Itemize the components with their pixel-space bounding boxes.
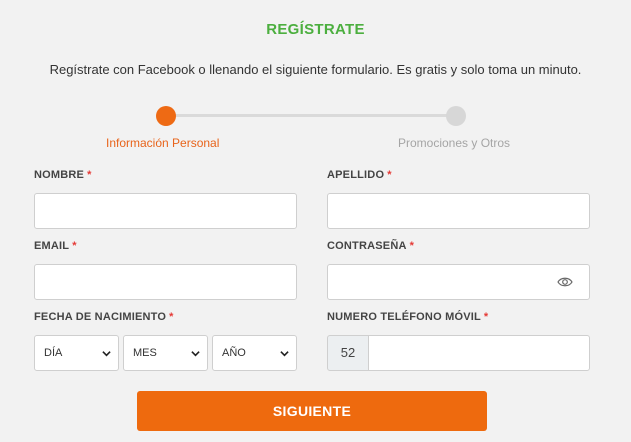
first-name-input[interactable] bbox=[34, 193, 297, 229]
page-subtitle: Regístrate con Facebook o llenando el si… bbox=[49, 62, 582, 77]
chevron-down-icon bbox=[191, 351, 200, 357]
birth-month-select[interactable]: MES bbox=[123, 335, 208, 371]
password-label: CONTRASEÑA * bbox=[327, 240, 414, 252]
phone-input[interactable] bbox=[368, 335, 590, 371]
birth-year-value: AÑO bbox=[222, 347, 246, 359]
stepper-track bbox=[166, 114, 458, 117]
email-label-text: EMAIL bbox=[34, 240, 70, 252]
birth-year-select[interactable]: AÑO bbox=[212, 335, 297, 371]
first-name-label-text: NOMBRE bbox=[34, 169, 85, 181]
step-label-personal-info[interactable]: Información Personal bbox=[106, 136, 219, 150]
step-label-promotions[interactable]: Promociones y Otros bbox=[398, 136, 510, 150]
step-dot-promotions[interactable] bbox=[446, 106, 466, 126]
required-mark: * bbox=[169, 311, 174, 323]
required-mark: * bbox=[87, 169, 92, 181]
phone-country-prefix: 52 bbox=[327, 335, 369, 371]
password-input[interactable] bbox=[327, 264, 590, 300]
birthdate-label-text: FECHA DE NACIMIENTO bbox=[34, 311, 167, 323]
birth-day-select[interactable]: DÍA bbox=[34, 335, 119, 371]
email-label: EMAIL * bbox=[34, 240, 77, 252]
phone-label-text: NUMERO TELÉFONO MÓVIL bbox=[327, 311, 481, 323]
required-mark: * bbox=[483, 311, 489, 323]
required-mark: * bbox=[72, 240, 77, 252]
phone-label: NUMERO TELÉFONO MÓVIL * bbox=[327, 311, 488, 323]
page-title: REGÍSTRATE bbox=[266, 21, 365, 38]
last-name-label-text: APELLIDO bbox=[327, 169, 385, 181]
required-mark: * bbox=[387, 169, 392, 181]
eye-icon[interactable] bbox=[557, 276, 573, 288]
password-label-text: CONTRASEÑA bbox=[327, 240, 407, 252]
required-mark: * bbox=[409, 240, 415, 252]
first-name-label: NOMBRE * bbox=[34, 169, 92, 181]
next-button[interactable]: SIGUIENTE bbox=[137, 391, 487, 431]
birth-month-value: MES bbox=[133, 347, 157, 359]
last-name-label: APELLIDO * bbox=[327, 169, 392, 181]
step-dot-personal-info[interactable] bbox=[156, 106, 176, 126]
chevron-down-icon bbox=[280, 351, 289, 357]
birthdate-label: FECHA DE NACIMIENTO * bbox=[34, 311, 174, 323]
birth-day-value: DÍA bbox=[44, 347, 63, 359]
email-input[interactable] bbox=[34, 264, 297, 300]
chevron-down-icon bbox=[102, 351, 111, 357]
last-name-input[interactable] bbox=[327, 193, 590, 229]
